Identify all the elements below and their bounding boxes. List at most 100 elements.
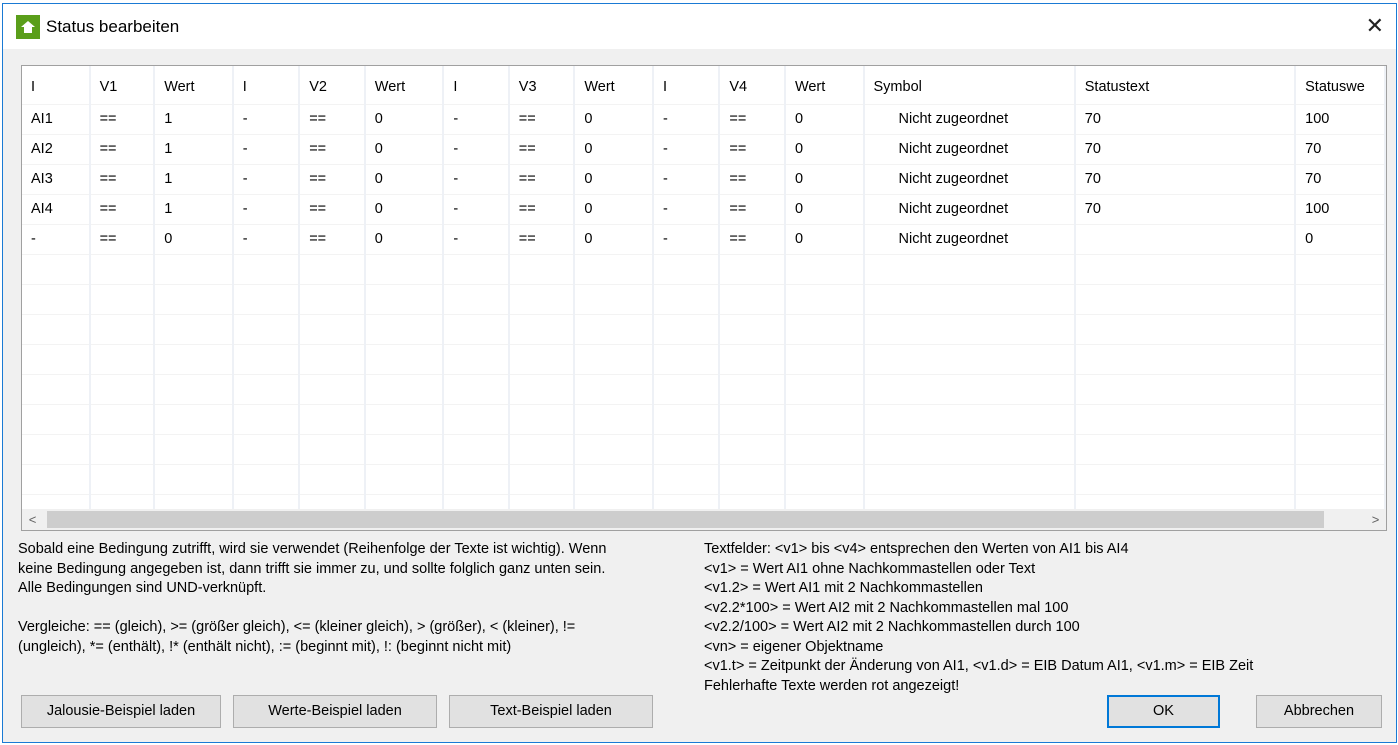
table-cell[interactable]: AI2 (22, 134, 91, 165)
table-cell[interactable] (508, 434, 576, 465)
column-header[interactable]: V2 (299, 66, 366, 105)
table-cell[interactable] (863, 284, 1076, 315)
table-cell[interactable] (443, 434, 510, 465)
table-cell[interactable]: - (652, 164, 721, 195)
table-cell[interactable] (652, 434, 721, 465)
table-cell[interactable] (574, 344, 654, 375)
scroll-thumb[interactable] (47, 511, 1324, 528)
table-cell[interactable] (299, 434, 366, 465)
table-cell[interactable]: Nicht zugeordnet (863, 194, 1076, 225)
table-cell[interactable]: - (232, 134, 301, 165)
table-cell[interactable]: - (443, 164, 510, 195)
load-values-example-button[interactable]: Werte-Beispiel laden (233, 695, 437, 728)
table-cell[interactable]: 0 (364, 164, 445, 195)
table-cell[interactable] (1074, 434, 1297, 465)
table-cell[interactable]: AI4 (22, 194, 91, 225)
table-row[interactable]: AI2 == 1- == 0- == 0- == 0 Nicht zugeordnet 70 70 (22, 134, 1386, 165)
table-cell[interactable]: AI1 (22, 104, 91, 135)
table-cell[interactable]: - (232, 164, 301, 195)
table-cell[interactable] (154, 314, 234, 345)
scroll-left-arrow-icon[interactable]: < (22, 512, 43, 527)
table-cell[interactable] (652, 254, 721, 285)
table-cell[interactable]: == (719, 104, 786, 135)
table-cell[interactable]: - (232, 104, 301, 135)
table-cell[interactable] (154, 404, 234, 435)
table-cell[interactable] (863, 374, 1076, 405)
column-header[interactable]: I (652, 66, 721, 105)
table-cell[interactable] (863, 404, 1076, 435)
table-cell[interactable]: 70 (1074, 134, 1297, 165)
table-cell[interactable]: - (22, 224, 91, 255)
column-header[interactable]: I (232, 66, 301, 105)
table-cell[interactable]: == (299, 134, 366, 165)
table-cell[interactable]: 0 (784, 104, 865, 135)
table-cell[interactable] (719, 404, 786, 435)
table-cell[interactable] (299, 374, 366, 405)
table-cell[interactable] (574, 404, 654, 435)
table-cell[interactable] (1295, 404, 1386, 435)
table-cell[interactable]: AI3 (22, 164, 91, 195)
table-cell[interactable]: 0 (364, 194, 445, 225)
table-cell[interactable] (299, 314, 366, 345)
table-cell[interactable] (154, 374, 234, 405)
table-row[interactable]: AI3 == 1- == 0- == 0- == 0 Nicht zugeordnet 70 70 (22, 164, 1386, 195)
table-cell[interactable] (299, 404, 366, 435)
table-cell[interactable]: == (508, 104, 576, 135)
table-cell[interactable] (508, 374, 576, 405)
table-cell[interactable] (443, 404, 510, 435)
table-cell[interactable]: 1 (154, 104, 234, 135)
table-cell[interactable] (719, 464, 786, 495)
table-cell[interactable] (652, 464, 721, 495)
table-cell[interactable]: == (89, 194, 156, 225)
table-cell[interactable]: == (299, 104, 366, 135)
table-cell[interactable] (1074, 404, 1297, 435)
table-cell[interactable]: 0 (364, 134, 445, 165)
table-cell[interactable] (364, 404, 445, 435)
table-cell[interactable] (719, 374, 786, 405)
table-cell[interactable]: == (508, 134, 576, 165)
column-header[interactable]: Statustext (1074, 66, 1297, 105)
table-cell[interactable]: == (89, 224, 156, 255)
table-cell[interactable]: 0 (364, 104, 445, 135)
table-cell[interactable] (232, 464, 301, 495)
table-cell[interactable] (89, 284, 156, 315)
table-cell[interactable] (22, 404, 91, 435)
table-cell[interactable] (652, 314, 721, 345)
table-cell[interactable]: 0 (784, 164, 865, 195)
column-header[interactable]: Wert (574, 66, 654, 105)
table-cell[interactable] (863, 254, 1076, 285)
table-row[interactable] (22, 314, 1386, 345)
table-cell[interactable]: 70 (1295, 164, 1386, 195)
table-row[interactable] (22, 284, 1386, 315)
column-header[interactable]: V1 (89, 66, 156, 105)
table-cell[interactable]: - (652, 104, 721, 135)
table-cell[interactable] (364, 464, 445, 495)
table-cell[interactable] (1074, 464, 1297, 495)
table-cell[interactable]: 100 (1295, 104, 1386, 135)
table-cell[interactable] (863, 314, 1076, 345)
table-cell[interactable]: 100 (1295, 194, 1386, 225)
column-header[interactable]: Wert (784, 66, 865, 105)
table-cell[interactable] (574, 434, 654, 465)
table-cell[interactable]: 70 (1074, 104, 1297, 135)
table-cell[interactable]: 0 (574, 194, 654, 225)
table-row[interactable] (22, 254, 1386, 285)
table-cell[interactable] (1074, 254, 1297, 285)
table-cell[interactable] (154, 434, 234, 465)
table-cell[interactable] (508, 464, 576, 495)
table-cell[interactable] (443, 344, 510, 375)
table-cell[interactable]: 1 (154, 134, 234, 165)
table-cell[interactable] (508, 314, 576, 345)
column-header[interactable]: Wert (154, 66, 234, 105)
table-cell[interactable]: == (719, 134, 786, 165)
table-cell[interactable] (443, 284, 510, 315)
table-cell[interactable] (232, 314, 301, 345)
table-cell[interactable]: 0 (784, 134, 865, 165)
table-cell[interactable] (784, 254, 865, 285)
table-cell[interactable] (89, 344, 156, 375)
table-cell[interactable]: - (443, 134, 510, 165)
table-cell[interactable]: == (299, 164, 366, 195)
table-cell[interactable] (232, 284, 301, 315)
table-cell[interactable] (22, 344, 91, 375)
table-cell[interactable] (364, 254, 445, 285)
